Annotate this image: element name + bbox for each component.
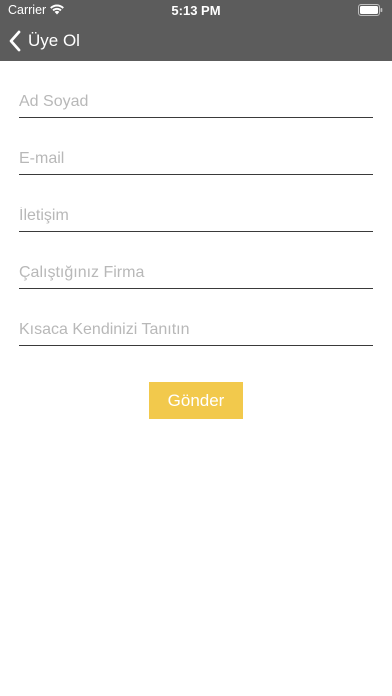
full-name-input[interactable]: [19, 93, 373, 111]
page-title: Üye Ol: [28, 31, 80, 50]
contact-field-container: [19, 175, 373, 232]
battery-icon: [358, 4, 383, 16]
chevron-left-icon: [8, 30, 22, 52]
about-field-container: [19, 289, 373, 346]
email-field-container: [19, 118, 373, 175]
submit-button[interactable]: Gönder: [149, 382, 243, 419]
company-input[interactable]: [19, 264, 373, 282]
status-bar: Carrier 5:13 PM: [0, 0, 392, 22]
signup-form: [19, 61, 373, 346]
full-name-field-container: [19, 61, 373, 118]
clock: 5:13 PM: [171, 3, 221, 18]
about-input[interactable]: [19, 321, 373, 339]
navigation-bar: Üye Ol: [0, 22, 392, 61]
contact-input[interactable]: [19, 207, 373, 225]
email-input[interactable]: [19, 150, 373, 168]
company-field-container: [19, 232, 373, 289]
back-button[interactable]: Üye Ol: [8, 28, 80, 54]
header: Carrier 5:13 PM Üye Ol: [0, 0, 392, 61]
